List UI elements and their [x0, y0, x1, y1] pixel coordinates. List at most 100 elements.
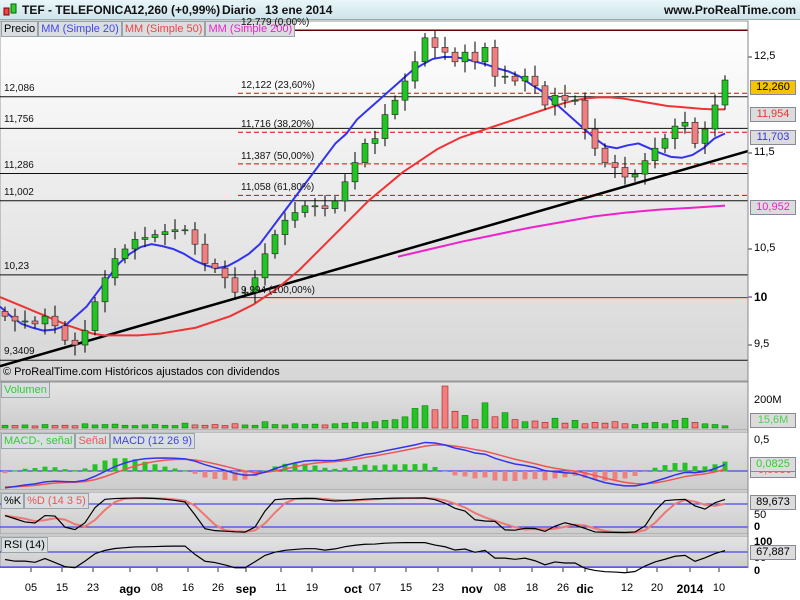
x-tick-label: 26 — [211, 582, 225, 594]
macd-value-tag: 0,0825 — [750, 457, 796, 472]
candle-body — [31, 320, 39, 325]
candle-body — [111, 258, 119, 279]
candle-body — [121, 248, 129, 259]
candle-body — [191, 229, 199, 245]
candle-body — [361, 143, 369, 163]
volume-bar — [401, 416, 409, 429]
volume-bar — [431, 409, 439, 429]
macd-histogram-bar — [642, 471, 648, 473]
volume-bar — [391, 419, 399, 429]
volume-bar — [461, 415, 469, 429]
y-tick-label: 11,5 — [754, 146, 775, 158]
site-link[interactable]: www.ProRealTime.com — [664, 3, 796, 17]
x-tick-label: 07 — [368, 582, 382, 594]
candle-body — [331, 200, 339, 209]
candle-body — [701, 128, 709, 144]
volume-bar — [611, 421, 619, 429]
candle-body — [451, 51, 459, 63]
candle-body — [671, 125, 679, 139]
macd-histogram-bar — [402, 464, 408, 472]
candle-body — [201, 243, 209, 264]
volume-bar — [381, 420, 389, 429]
candle-body — [11, 315, 19, 322]
volume-bar — [241, 424, 249, 429]
volume-bar — [301, 424, 309, 429]
x-tick-label: ago — [119, 582, 141, 596]
volume-bar — [651, 422, 659, 429]
support-label: 11,286 — [4, 159, 34, 171]
candle-body — [221, 267, 229, 279]
legend-volume[interactable]: Volumen — [1, 382, 50, 398]
volume-bar — [191, 424, 199, 429]
macd-histogram-bar — [52, 467, 58, 472]
volume-bar — [591, 422, 599, 429]
macd-histogram-bar — [22, 468, 28, 472]
volume-bar — [641, 422, 649, 429]
candle-body — [461, 51, 469, 63]
rsi-legend: RSI (14) — [1, 537, 48, 553]
macd-histogram-bar — [522, 471, 528, 480]
volume-bar — [681, 417, 689, 429]
candle-body — [531, 75, 539, 87]
legend-ma50[interactable]: MM (Simple 50) — [121, 21, 206, 37]
macd-histogram-bar — [532, 471, 538, 480]
volume-bar — [511, 419, 519, 429]
stoch-tick-0: 0 — [754, 521, 761, 533]
x-tick-label: 18 — [525, 582, 539, 594]
candlestick-icon — [3, 3, 17, 16]
candle-body — [81, 330, 89, 346]
legend-macd[interactable]: MACD (12 26 9) — [109, 433, 196, 449]
macd-histogram-bar — [212, 471, 218, 480]
y-tick-label: 9,5 — [754, 338, 770, 350]
legend-stoch-d[interactable]: %D (14 3 5) — [24, 493, 89, 509]
candle-body — [211, 263, 219, 269]
macd-histogram-bar — [512, 471, 518, 481]
x-tick-label: sep — [235, 582, 257, 596]
stoch-value-tag: 89,673 — [750, 495, 796, 510]
legend-stoch-k[interactable]: %K — [1, 493, 25, 509]
candle-body — [181, 229, 189, 232]
candle-body — [571, 99, 579, 102]
volume-bar — [471, 419, 479, 429]
fibonacci-label: 11,716 (38,20%) — [241, 119, 315, 131]
legend-ma20[interactable]: MM (Simple 20) — [38, 21, 122, 37]
candle-body — [551, 95, 559, 106]
fibonacci-label: 9,994 (100,00%) — [241, 284, 315, 296]
volume-bar — [351, 422, 359, 429]
macd-histogram-bar — [12, 470, 18, 472]
copyright-note: © ProRealTime.com Históricos ajustados c… — [3, 366, 280, 378]
volume-bar — [151, 424, 159, 429]
candle-body — [631, 173, 639, 178]
legend-rsi[interactable]: RSI (14) — [1, 537, 48, 553]
candle-body — [91, 301, 99, 331]
candle-body — [541, 85, 549, 106]
support-label: 12,086 — [4, 82, 35, 94]
volume-bar — [521, 421, 529, 429]
volume-bar — [131, 425, 139, 429]
volume-legend: Volumen — [1, 382, 50, 398]
support-label: 10,23 — [4, 260, 30, 272]
legend-macd-signal[interactable]: Señal — [75, 433, 110, 449]
legend-price[interactable]: Precio — [1, 21, 39, 37]
volume-bar — [341, 422, 349, 429]
x-tick-label: dic — [576, 582, 594, 596]
legend-macd-hist[interactable]: MACD-, señal — [1, 433, 76, 449]
macd-histogram-bar — [472, 471, 478, 479]
candle-body — [501, 75, 509, 78]
macd-histogram-bar — [202, 471, 208, 478]
candle-body — [421, 37, 429, 63]
candle-body — [51, 315, 59, 327]
chart-canvas — [0, 20, 752, 600]
volume-bar — [421, 405, 429, 429]
macd-histogram-bar — [42, 466, 48, 472]
x-tick-label: 23 — [431, 582, 445, 594]
volume-bar — [51, 425, 59, 429]
candle-body — [641, 160, 649, 175]
x-tick-label: 12 — [620, 582, 634, 594]
candle-body — [691, 121, 699, 144]
candle-body — [601, 147, 609, 163]
fibonacci-label: 11,387 (50,00%) — [241, 150, 315, 162]
candle-body — [411, 61, 419, 82]
volume-bar — [211, 424, 219, 429]
x-tick-label: nov — [461, 582, 483, 596]
